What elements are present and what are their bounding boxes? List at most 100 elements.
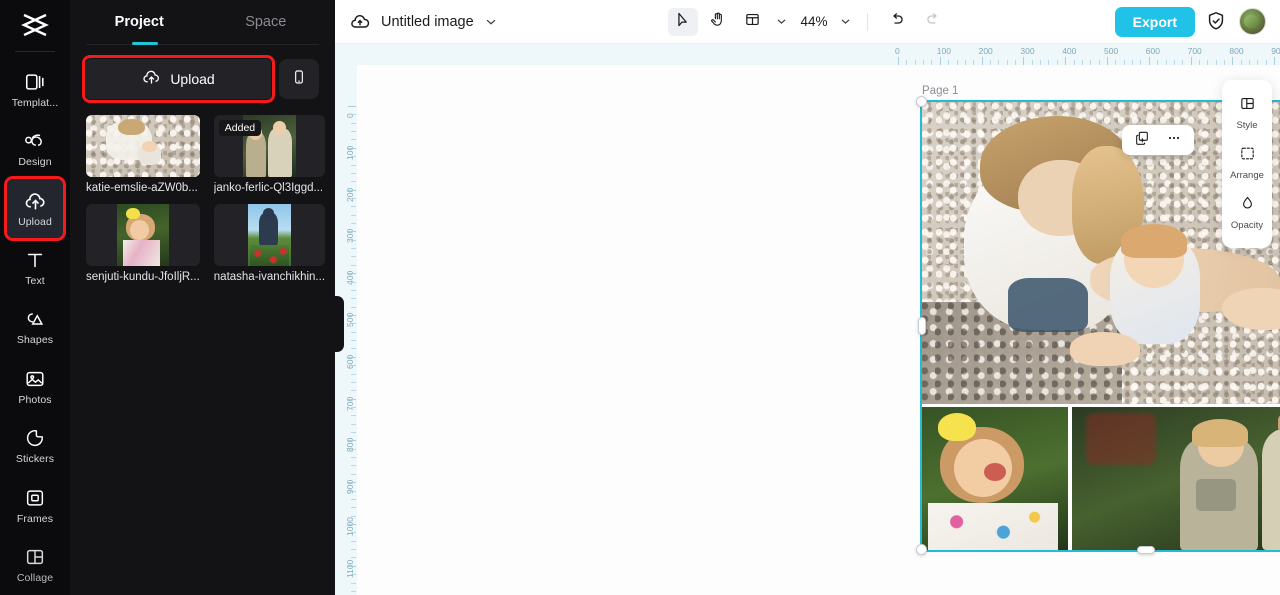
- ruler-tick-minor: [351, 423, 356, 425]
- document-title[interactable]: Untitled image: [381, 14, 474, 30]
- media-item[interactable]: Added janko-ferlic-Ql3Iggd...: [213, 115, 326, 194]
- panel-item-label: Opacity: [1230, 220, 1264, 231]
- upload-row: Upload: [70, 45, 335, 109]
- template-icon: [24, 71, 46, 93]
- ruler-tick-minor: [351, 306, 356, 308]
- horizontal-ruler[interactable]: 010020030040050060070080090010001100: [357, 44, 1280, 65]
- ruler-tick-label: 400: [1062, 46, 1077, 56]
- hand-pan-tool[interactable]: [702, 8, 732, 36]
- ruler-tick-minor: [351, 264, 356, 266]
- media-thumbnail[interactable]: [86, 204, 200, 266]
- ruler-tick-minor: [351, 340, 356, 342]
- project-panel: Project Space Upload katie-emslie-aZW0b.…: [70, 0, 344, 595]
- panel-tabs: Project Space: [70, 0, 335, 45]
- cursor-select-tool[interactable]: [667, 7, 698, 36]
- sidebar-item-upload[interactable]: Upload: [4, 175, 66, 242]
- resize-handle-bottom-left[interactable]: [916, 544, 927, 555]
- resize-handle-left[interactable]: [918, 317, 926, 335]
- shield-check-icon[interactable]: [1205, 10, 1229, 34]
- tab-space[interactable]: Space: [203, 0, 330, 44]
- ruler-tick-minor: [351, 139, 356, 141]
- media-thumbnail[interactable]: [86, 115, 200, 177]
- layout-grid-tool[interactable]: [737, 8, 767, 36]
- media-item[interactable]: natasha-ivanchikhin...: [213, 204, 326, 283]
- ruler-tick: [348, 315, 356, 316]
- ruler-tick-minor: [351, 281, 356, 283]
- upload-button[interactable]: Upload: [82, 55, 275, 103]
- ruler-tick-minor: [351, 540, 356, 542]
- sidebar-item-collage[interactable]: Collage: [7, 536, 63, 595]
- ruler-tick-minor: [351, 448, 356, 450]
- sidebar-item-stickers[interactable]: Stickers: [7, 417, 63, 476]
- collage-photo-girl-paint[interactable]: [922, 407, 1068, 550]
- opacity-drop-icon: [1239, 195, 1256, 217]
- object-properties-panel: Style Arrange Opacity: [1222, 80, 1272, 248]
- ruler-tick-minor: [351, 574, 356, 576]
- cursor-select-icon: [674, 11, 691, 33]
- zoom-chevron-down-icon[interactable]: [839, 15, 852, 28]
- undo-button[interactable]: [883, 8, 913, 36]
- duplicate-button[interactable]: [1128, 128, 1156, 152]
- ruler-tick-label: 600: [1145, 46, 1160, 56]
- ruler-tick-minor: [351, 432, 356, 434]
- collage-photo-two-kids[interactable]: [1072, 407, 1280, 550]
- ruler-tick-minor: [351, 457, 356, 459]
- redo-button[interactable]: [918, 8, 948, 36]
- ruler-tick-minor: [351, 557, 356, 559]
- sidebar-item-label: Stickers: [15, 453, 55, 466]
- ruler-tick-minor: [351, 131, 356, 133]
- media-thumbnail[interactable]: Added: [213, 115, 326, 177]
- sidebar-item-label: Design: [18, 156, 52, 169]
- ruler-tick-minor: [351, 172, 356, 174]
- panel-item-arrange[interactable]: Arrange: [1222, 138, 1272, 188]
- undo-arrow-icon: [889, 11, 906, 33]
- media-item[interactable]: katie-emslie-aZW0b...: [86, 115, 200, 194]
- resize-handle-bottom[interactable]: [1137, 546, 1155, 554]
- panel-item-style[interactable]: Style: [1222, 88, 1272, 138]
- frames-icon: [24, 487, 46, 509]
- media-item-label: janko-ferlic-Ql3Iggd...: [213, 182, 324, 194]
- ruler-tick-minor: [351, 549, 356, 551]
- ruler-tick-minor: [351, 415, 356, 417]
- ruler-tick: [348, 565, 356, 567]
- sidebar-item-text[interactable]: Text: [7, 238, 63, 297]
- canvas-board[interactable]: Page 1: [357, 65, 1280, 595]
- redo-arrow-icon: [924, 11, 941, 33]
- more-options-button[interactable]: [1160, 128, 1188, 152]
- zoom-level-value[interactable]: 44%: [800, 14, 827, 29]
- sidebar-item-frames[interactable]: Frames: [7, 476, 63, 535]
- sidebar-item-templates[interactable]: Templat...: [7, 60, 63, 119]
- toolbar-divider: [866, 12, 868, 31]
- top-toolbar: Untitled image 44% Export: [335, 0, 1280, 44]
- export-button[interactable]: Export: [1114, 6, 1195, 37]
- ruler-tick: [348, 398, 356, 400]
- ruler-tick: [348, 147, 356, 149]
- ruler-tick: [1107, 57, 1108, 65]
- sidebar-item-label: Frames: [16, 512, 54, 525]
- media-item[interactable]: senjuti-kundu-JfoIljR...: [86, 204, 200, 283]
- media-thumbnail[interactable]: [213, 204, 326, 266]
- ruler-tick-minor: [351, 532, 356, 534]
- sidebar-item-design[interactable]: Design: [7, 119, 63, 178]
- ruler-tick-minor: [351, 490, 356, 492]
- upload-cloud-icon: [24, 190, 46, 212]
- collage-icon: [24, 546, 46, 568]
- text-icon: [24, 249, 46, 271]
- capcut-logo-icon[interactable]: [13, 6, 57, 45]
- ruler-tick-label: 500: [1104, 46, 1119, 56]
- chevron-down-icon[interactable]: [484, 15, 498, 29]
- panel-item-opacity[interactable]: Opacity: [1222, 188, 1272, 238]
- sidebar-item-label: Shapes: [16, 334, 54, 347]
- layout-chevron-down-icon[interactable]: [774, 15, 787, 28]
- tab-project[interactable]: Project: [76, 0, 203, 44]
- avatar[interactable]: [1239, 8, 1266, 35]
- sidebar-item-shapes[interactable]: Shapes: [7, 298, 63, 357]
- upload-from-phone-button[interactable]: [279, 59, 319, 99]
- panel-collapse-handle[interactable]: [333, 296, 344, 352]
- sidebar-item-photos[interactable]: Photos: [7, 357, 63, 416]
- resize-handle-top-left[interactable]: [916, 96, 927, 107]
- ruler-tick: [348, 106, 356, 107]
- ruler-tick: [348, 440, 356, 442]
- thumbnail-image: [86, 115, 200, 177]
- ruler-tick-minor: [351, 323, 356, 325]
